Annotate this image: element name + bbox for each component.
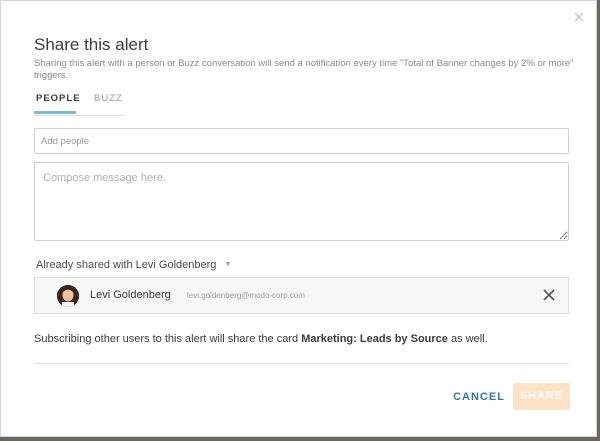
subscription-note: Subscribing other users to this alert wi… bbox=[34, 333, 488, 345]
compose-message-field[interactable] bbox=[34, 162, 569, 241]
tab-people[interactable]: PEOPLE bbox=[36, 93, 81, 104]
close-icon-glyph bbox=[574, 12, 584, 22]
note-card-name: Marketing: Leads by Source bbox=[301, 333, 448, 345]
shared-user-name: Levi Goldenberg bbox=[90, 289, 171, 301]
cancel-button[interactable]: CANCEL bbox=[449, 384, 509, 410]
dialog-title: Share this alert bbox=[34, 35, 149, 54]
dialog-subtitle: Sharing this alert with a person or Buzz… bbox=[34, 58, 574, 81]
add-people-input[interactable] bbox=[34, 128, 569, 154]
shared-user-row: Levi Goldenberg levi.goldenberg@modo-cor… bbox=[34, 277, 569, 314]
avatar bbox=[57, 285, 79, 307]
shared-with-heading[interactable]: Already shared with Levi Goldenberg ▼ bbox=[36, 259, 231, 271]
shared-with-label: Already shared with Levi Goldenberg bbox=[36, 259, 217, 271]
tab-buzz[interactable]: BUZZ bbox=[94, 93, 123, 104]
note-suffix: as well. bbox=[447, 333, 488, 345]
share-alert-dialog: Share this alert Sharing this alert with… bbox=[0, 0, 597, 437]
share-button[interactable]: SHARE bbox=[513, 383, 570, 410]
tab-bar: PEOPLE BUZZ bbox=[34, 93, 124, 116]
note-prefix: Subscribing other users to this alert wi… bbox=[34, 333, 302, 345]
close-icon[interactable] bbox=[572, 11, 586, 25]
caret-down-icon: ▼ bbox=[224, 261, 232, 268]
active-tab-indicator bbox=[34, 111, 76, 114]
remove-user-close-icon[interactable] bbox=[542, 288, 556, 302]
shared-user-email: levi.goldenberg@modo-corp.com bbox=[187, 291, 305, 300]
close-icon bbox=[543, 289, 555, 301]
avatar-image bbox=[57, 285, 79, 307]
footer-divider bbox=[34, 363, 569, 364]
